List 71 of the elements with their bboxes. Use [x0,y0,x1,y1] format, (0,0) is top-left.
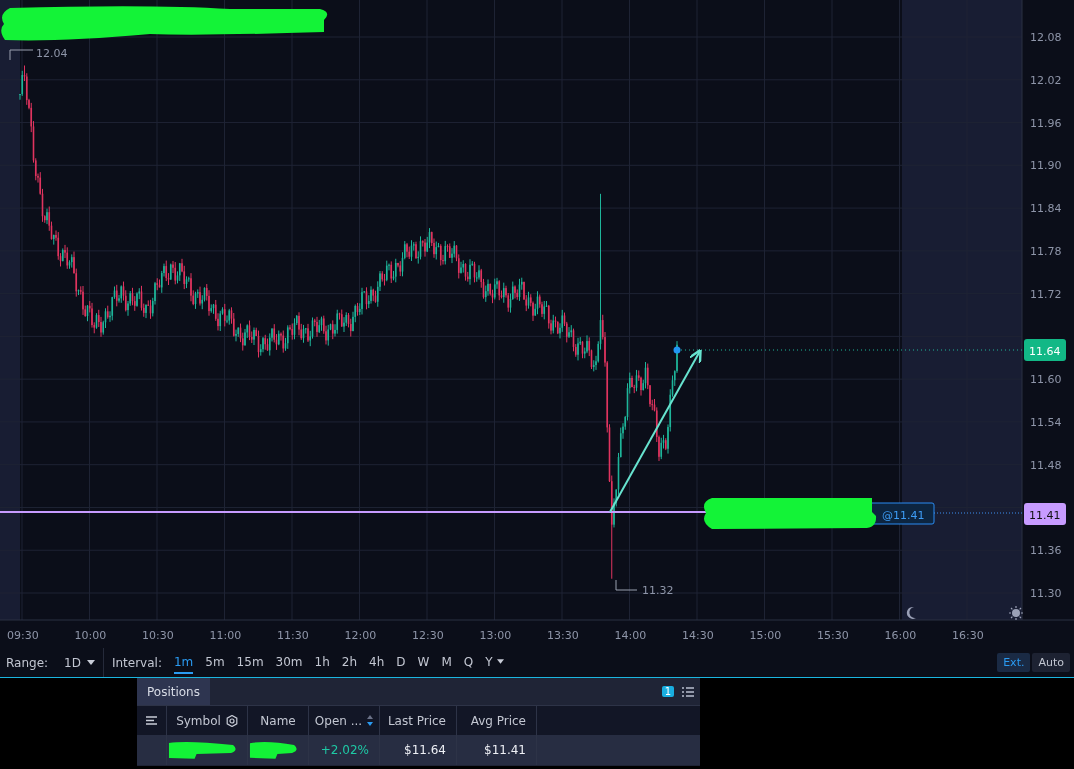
time-axis-label: 12:30 [412,629,444,642]
sun-icon [1008,605,1024,621]
low-marker-line [615,579,638,591]
sort-icon[interactable] [367,715,374,726]
price-axis-label: 11.30 [1030,587,1062,600]
view-mode-button[interactable]: Auto [1032,653,1070,672]
time-axis-label: 13:00 [479,629,512,642]
interval-tab[interactable]: 1h [314,651,330,674]
time-axis-label: 10:30 [142,629,174,642]
interval-tab[interactable]: Q [463,651,474,674]
time-axis-label: 14:30 [682,629,714,642]
price-axis-label: 11.84 [1030,202,1062,216]
interval-tab[interactable]: 1m [173,651,194,674]
range-dropdown[interactable]: 1D [54,655,103,670]
interval-label: Interval: [111,655,162,670]
open-pl-value: +2.02% [320,743,369,757]
list-icon[interactable] [682,686,694,697]
time-axis-label: 15:30 [817,629,849,642]
price-axis-label: 11.48 [1030,458,1062,472]
current-price-dot [673,346,681,354]
time-axis-label: 09:30 [7,629,39,642]
time-axis-label: 11:30 [277,629,309,642]
price-axis-label: 11.72 [1030,287,1062,301]
time-axis-label: 16:30 [952,629,984,642]
time-axis-label: 13:30 [547,629,579,642]
high-price-label: 12.04 [36,47,68,60]
price-axis-label: 12.02 [1030,73,1062,87]
settings-icon[interactable] [225,714,238,727]
price-axis-label: 11.78 [1030,244,1062,258]
redaction-mark [167,740,237,760]
interval-tab[interactable]: 4h [369,651,385,674]
price-axis-label: 11.36 [1030,544,1062,558]
price-axis-label: 11.90 [1030,159,1062,173]
caret-icon [86,660,95,665]
interval-tab[interactable]: 30m [275,651,303,674]
moon-icon [906,606,916,619]
redaction-mark [248,740,298,760]
price-value: $11.64 [404,743,446,757]
last-price-tag: 11.64 [1024,339,1066,361]
interval-tab[interactable]: 5m [205,651,225,674]
time-axis-label: 11:00 [209,629,242,642]
price-axis-label: 12.08 [1030,31,1062,44]
column-header[interactable]: Avg Price [470,713,526,728]
high-marker-line [9,49,34,61]
position-count-badge: 1 [661,686,674,697]
time-axis-label: 12:00 [344,629,377,642]
low-price-label: 11.32 [642,584,674,597]
time-axis-label: 10:00 [74,629,107,642]
interval-tab[interactable]: D [396,651,406,674]
range-label: Range: [6,655,49,670]
price-axis-label: 11.54 [1030,415,1062,429]
view-mode-button[interactable]: Ext. [997,653,1031,672]
price-axis-label: 11.96 [1030,116,1062,130]
price-axis-label: 11.60 [1030,373,1062,387]
column-header[interactable]: Open ... [314,713,363,728]
time-axis-label: 16:00 [884,629,917,642]
column-header[interactable]: Name [260,713,296,728]
position-price-tag: 11.41 [1024,503,1066,525]
position-row[interactable]: +2.02% $11.64 $11.41 [137,735,700,765]
column-header[interactable]: Last Price [387,713,446,728]
interval-tab[interactable]: Y [485,651,504,674]
positions-tab[interactable]: Positions [137,678,210,705]
interval-tab[interactable]: M [441,651,452,674]
interval-tab[interactable]: W [417,651,430,674]
column-header[interactable]: Symbol [176,713,221,728]
interval-tab[interactable]: 2h [341,651,358,674]
time-axis-label: 14:00 [614,629,647,642]
price-value: $11.41 [484,743,526,757]
menu-icon[interactable] [146,716,157,725]
interval-tab[interactable]: 15m [236,651,264,674]
time-axis-label: 15:00 [749,629,782,642]
